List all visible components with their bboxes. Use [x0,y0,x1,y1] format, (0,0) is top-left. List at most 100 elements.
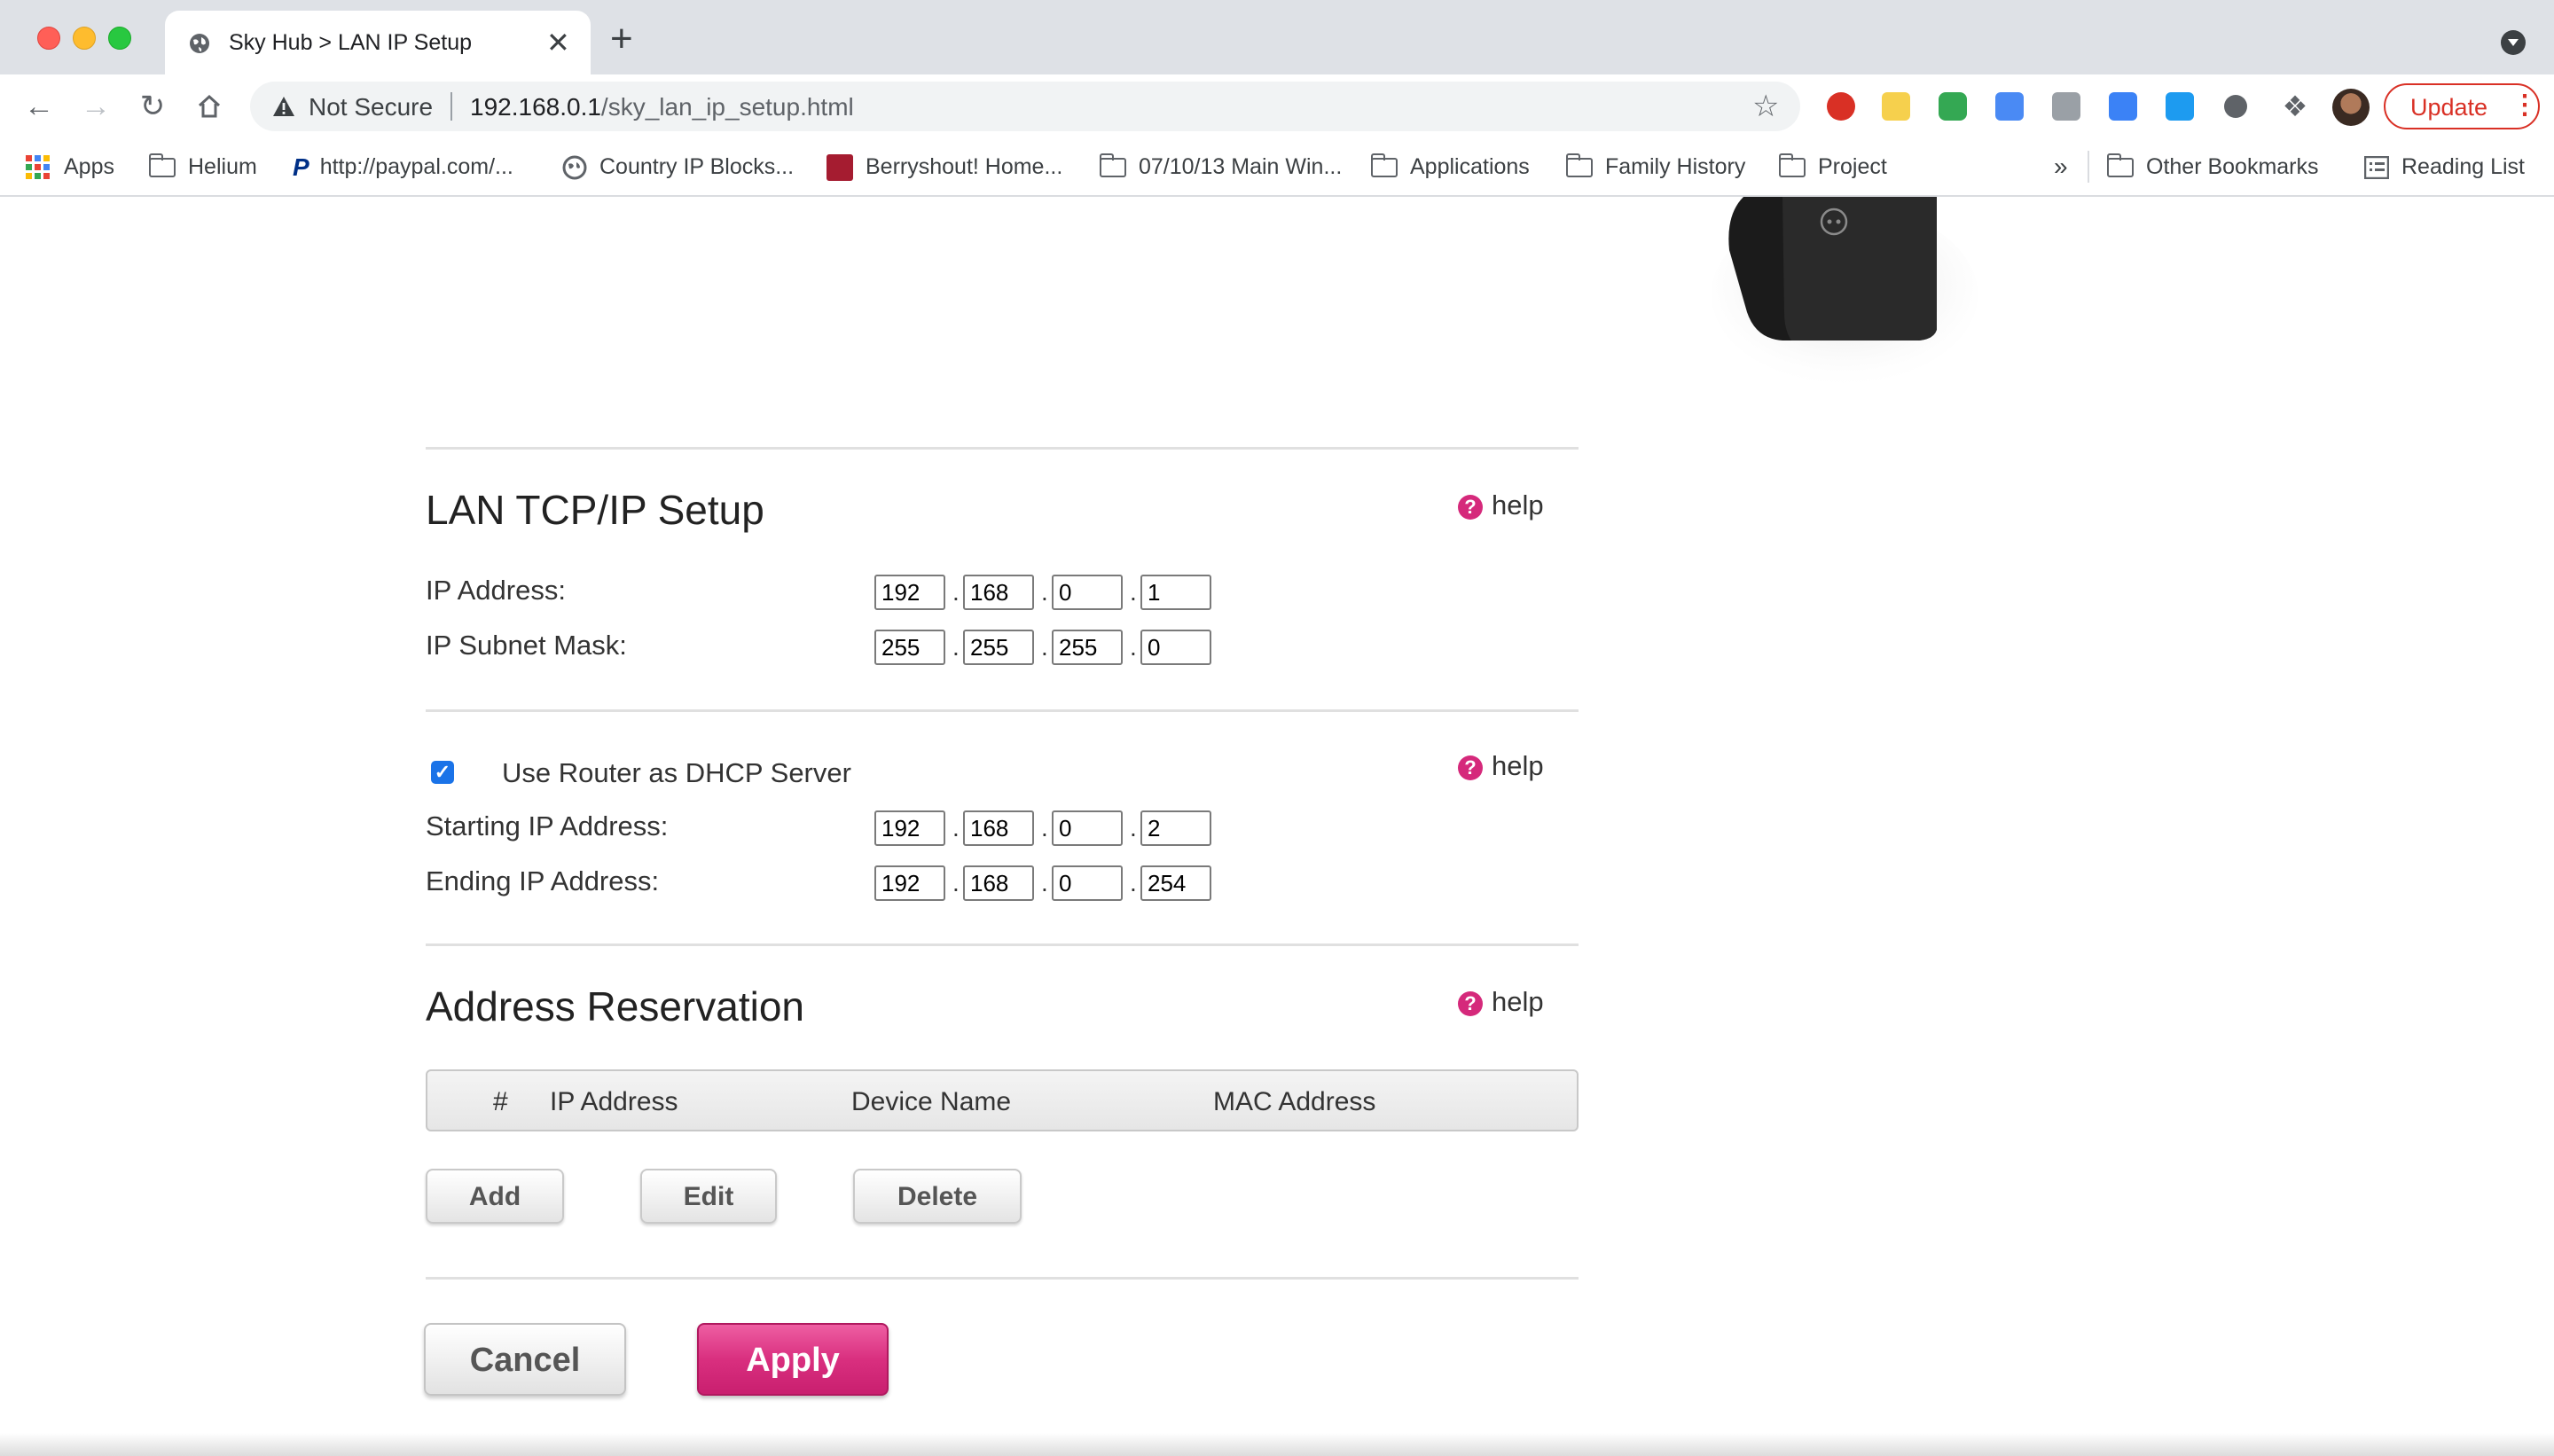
cancel-button[interactable]: Cancel [424,1323,626,1396]
bookmark-project[interactable]: Project [1779,151,1887,183]
screenshot-ext-icon[interactable] [2109,92,2137,121]
dhcp-checkbox[interactable]: ✓ [431,761,454,784]
bookmark-helium[interactable]: Helium [149,151,257,183]
octet-dot: . [1130,869,1137,896]
url-host: 192.168.0.1 [470,93,601,121]
start-octet-2[interactable] [963,810,1034,846]
avatar[interactable] [2332,89,2370,126]
url-text[interactable]: 192.168.0.1/sky_lan_ip_setup.html [470,93,854,121]
bookmark-label: Other Bookmarks [2146,154,2319,179]
ip-address-label: IP Address: [426,575,566,606]
delete-button[interactable]: Delete [853,1169,1022,1224]
window-maximize-button[interactable] [108,27,131,50]
bookmarks-overflow-icon[interactable]: » [2054,151,2068,183]
ip-octet-1[interactable] [874,575,945,610]
bookmark-star-icon[interactable]: ☆ [1752,89,1779,124]
start-octet-1[interactable] [874,810,945,846]
tab-search-icon[interactable] [2501,30,2526,55]
ip-octet-3[interactable] [1052,575,1123,610]
column-header-ip-address: IP Address [550,1087,678,1116]
twitter-ext-icon[interactable] [2166,92,2194,121]
mask-octet-3[interactable] [1052,630,1123,665]
folder-icon [1779,153,1806,178]
bookmark-label: Apps [64,154,114,179]
update-button[interactable]: Update ⋮ [2384,83,2540,129]
ip-octet-2[interactable] [963,575,1034,610]
tab-close-icon[interactable]: ✕ [546,27,570,59]
starting-ip-label: Starting IP Address: [426,810,669,842]
edit-button[interactable]: Edit [640,1169,777,1224]
bookmark-label: http://paypal.com/... [319,154,513,179]
circle-ext-icon[interactable] [2224,95,2247,118]
octet-dot: . [1130,633,1137,661]
end-octet-1[interactable] [874,865,945,901]
ending-ip-label: Ending IP Address: [426,865,660,896]
start-octet-4[interactable] [1140,810,1211,846]
bookmark-applications[interactable]: Applications [1371,151,1530,183]
code-ext-icon[interactable] [2052,92,2080,121]
end-octet-4[interactable] [1140,865,1211,901]
update-label: Update [2410,94,2488,121]
bookmarks-bar: Apps Helium Phttp://paypal.com/... Count… [0,138,2554,197]
bookmark-other[interactable]: Other Bookmarks [2107,151,2319,183]
address-reservation-title: Address Reservation [426,983,804,1029]
dhcp-checkbox-label[interactable]: Use Router as DHCP Server [502,757,851,789]
bookmarks-separator [2088,151,2089,183]
address-separator [450,92,452,121]
divider [426,1277,1579,1280]
globe-icon [190,34,209,53]
tab-title: Sky Hub > LAN IP Setup [229,30,472,55]
folder-icon [2107,153,2134,178]
octet-dot: . [952,578,960,606]
bookmark-paypal[interactable]: Phttp://paypal.com/... [293,151,513,183]
octet-dot: . [1041,814,1048,842]
bookmark-label: Reading List [2401,154,2525,179]
help-icon: ? [1458,991,1483,1016]
new-tab-button[interactable]: + [610,20,633,59]
ip-octet-4[interactable] [1140,575,1211,610]
address-bar[interactable]: Not Secure 192.168.0.1/sky_lan_ip_setup.… [250,82,1800,131]
bookmark-label: Helium [188,154,257,179]
reservation-table-header: # IP Address Device Name MAC Address [426,1069,1579,1131]
end-octet-2[interactable] [963,865,1034,901]
bookmark-apps[interactable]: Apps [25,151,114,183]
adblock-icon[interactable] [1827,92,1855,121]
browser-tab[interactable]: Sky Hub > LAN IP Setup ✕ [165,11,591,74]
bookmark-label: 07/10/13 Main Win... [1139,154,1343,179]
bookmark-berryshout[interactable]: Berryshout! Home... [827,151,1062,183]
router-image [1712,197,1978,383]
forward-icon[interactable]: → [76,87,115,126]
reading-list-icon [2364,156,2389,180]
bookmark-label: Family History [1605,154,1746,179]
back-icon[interactable]: ← [20,87,59,126]
bookmark-country-ip[interactable]: Country IP Blocks... [562,151,794,183]
highlighter-icon[interactable] [1882,92,1910,121]
column-header-device-name: Device Name [851,1087,1012,1116]
end-octet-3[interactable] [1052,865,1123,901]
dev-ext-icon[interactable] [1995,92,2024,121]
window-minimize-button[interactable] [73,27,96,50]
bookmark-label: Berryshout! Home... [866,154,1063,179]
bookmark-family-history[interactable]: Family History [1566,151,1745,183]
mask-octet-2[interactable] [963,630,1034,665]
home-icon[interactable] [190,87,229,126]
apply-button[interactable]: Apply [697,1323,889,1396]
puzzle-icon[interactable]: ❖ [2276,87,2315,126]
mask-octet-4[interactable] [1140,630,1211,665]
browser-chrome: Sky Hub > LAN IP Setup ✕ + ← → ↻ Not Sec… [0,0,2554,197]
more-menu-icon: ⋮ [2511,90,2538,120]
column-header-number: # [493,1087,508,1116]
window-close-button[interactable] [37,27,60,50]
reload-icon[interactable]: ↻ [133,87,172,126]
add-button[interactable]: Add [426,1169,564,1224]
octet-dot: . [1130,814,1137,842]
bookmark-main-win[interactable]: 07/10/13 Main Win... [1100,151,1342,183]
refresh-ext-icon[interactable] [1939,92,1967,121]
mask-octet-1[interactable] [874,630,945,665]
security-status[interactable]: Not Secure [309,93,433,121]
start-octet-3[interactable] [1052,810,1123,846]
reading-list[interactable]: Reading List [2364,151,2525,183]
page-bottom-edge [0,1433,2554,1456]
folder-icon [1371,153,1398,178]
help-icon: ? [1458,495,1483,520]
